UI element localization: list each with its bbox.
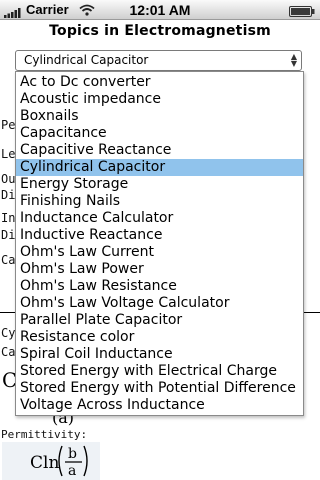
status-bar: Carrier 12:01 AM <box>0 0 320 20</box>
dropdown-option[interactable]: Spiral Coil Inductance <box>16 346 303 363</box>
dropdown-option[interactable]: Cylindrical Capacitor <box>16 159 303 176</box>
dropdown-option[interactable]: Inductance Calculator <box>16 210 303 227</box>
topic-select-value: Cylindrical Capacitor <box>24 53 149 67</box>
dropdown-option[interactable]: Parallel Plate Capacitor <box>16 312 303 329</box>
form-label-fragment: Ca <box>1 345 16 359</box>
dropdown-option[interactable]: Finishing Nails <box>16 193 303 210</box>
page-title: Topics in Electromagnetism <box>49 23 271 39</box>
battery-icon <box>289 5 315 20</box>
dropdown-option[interactable]: Capacitive Reactance <box>16 142 303 159</box>
svg-text:a: a <box>68 463 76 479</box>
dropdown-option[interactable]: Resistance color <box>16 329 303 346</box>
form-label-fragment: Di <box>1 188 16 202</box>
topic-dropdown-list[interactable]: Ac to Dc converter Acoustic impedance Boxn… <box>15 71 304 416</box>
form-label-fragment: Di <box>1 228 16 242</box>
dropdown-option[interactable]: Energy Storage <box>16 176 303 193</box>
dropdown-option[interactable]: Boxnails <box>16 108 303 125</box>
permittivity-label: Permittivity: <box>1 428 88 441</box>
permittivity-formula: Cln b a <box>2 442 100 480</box>
form-label-fragment: Ou <box>1 172 16 186</box>
dropdown-option[interactable]: Stored Energy with Electrical Charge <box>16 363 303 380</box>
form-label-fragment: Cy <box>1 326 16 340</box>
dropdown-option[interactable]: Ohm's Law Current <box>16 244 303 261</box>
dropdown-option[interactable]: Stored Energy with Potential Difference <box>16 380 303 397</box>
select-arrows-icon: ▲ ▼ <box>290 52 297 68</box>
dropdown-option[interactable]: Inductive Reactance <box>16 227 303 244</box>
form-label-fragment: Le <box>1 147 16 161</box>
svg-text:b: b <box>68 446 77 462</box>
dropdown-option[interactable]: Acoustic impedance <box>16 91 303 108</box>
form-label-fragment: Pe <box>1 118 16 132</box>
dropdown-option[interactable]: Ohm's Law Power <box>16 261 303 278</box>
status-time: 12:01 AM <box>129 2 191 18</box>
dropdown-option[interactable]: Ac to Dc converter <box>16 74 303 91</box>
dropdown-option[interactable]: Ohm's Law Resistance <box>16 278 303 295</box>
dropdown-option[interactable]: Ohm's Law Voltage Calculator <box>16 295 303 312</box>
svg-text:Cln: Cln <box>30 453 59 473</box>
form-label-fragment: Ca <box>1 253 16 267</box>
dropdown-option[interactable]: Voltage Across Inductance <box>16 397 303 414</box>
dropdown-option[interactable]: Capacitance <box>16 125 303 142</box>
topic-select[interactable]: Cylindrical Capacitor ▲ ▼ <box>15 50 302 71</box>
